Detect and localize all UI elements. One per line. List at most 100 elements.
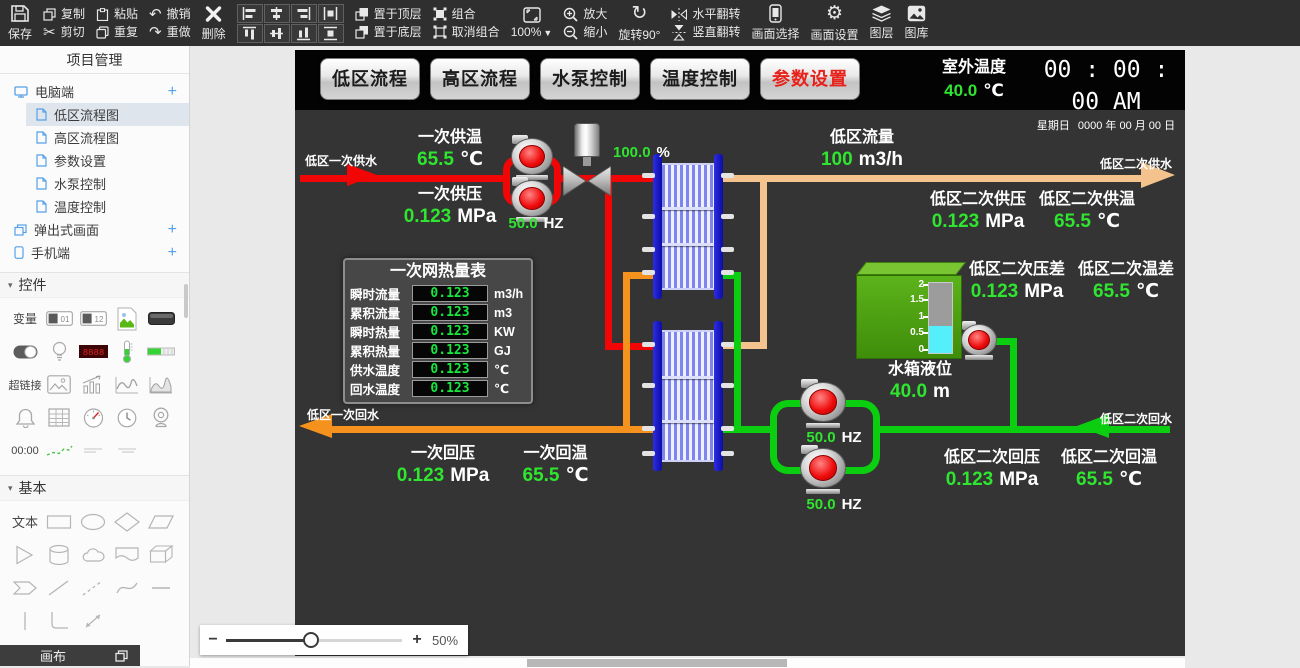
horizontal-scrollbar[interactable] bbox=[190, 658, 1185, 668]
shape-diamond[interactable] bbox=[110, 505, 144, 538]
canvas-tab[interactable]: 画布 bbox=[0, 645, 140, 666]
control-led-display[interactable]: 8888 bbox=[76, 335, 110, 368]
gallery-button[interactable]: 图库 bbox=[905, 5, 929, 41]
tree-item-low-zone-diagram[interactable]: 低区流程图 bbox=[26, 103, 189, 126]
tree-item-high-zone-diagram[interactable]: 高区流程图 bbox=[0, 126, 189, 149]
nav-low-zone-button[interactable]: 低区流程 bbox=[320, 58, 420, 100]
send-to-back-button[interactable]: 置于底层 bbox=[355, 25, 422, 40]
return-pump-2[interactable] bbox=[800, 448, 846, 494]
zoom-slider-track[interactable] bbox=[226, 639, 402, 642]
zoom-slider-handle[interactable] bbox=[303, 632, 319, 648]
shape-flag[interactable] bbox=[110, 538, 144, 571]
tree-item-pump-control[interactable]: 水泵控制 bbox=[0, 172, 189, 195]
delete-button[interactable]: 删除 bbox=[202, 5, 226, 42]
heat-exchanger-1[interactable] bbox=[653, 163, 723, 290]
shape-arrow-banner[interactable] bbox=[8, 571, 42, 604]
shape-vertical-line[interactable] bbox=[8, 604, 42, 637]
shape-parallelogram[interactable] bbox=[144, 505, 178, 538]
shape-curve[interactable] bbox=[110, 571, 144, 604]
layers-button[interactable]: 图层 bbox=[870, 5, 894, 41]
shape-line[interactable] bbox=[42, 571, 76, 604]
screen-select-button[interactable]: 画面选择 bbox=[752, 4, 800, 42]
shape-triangle[interactable] bbox=[8, 538, 42, 571]
control-variable[interactable]: 变量 bbox=[8, 302, 42, 335]
control-mini-widget-1[interactable] bbox=[76, 434, 110, 467]
copy-button[interactable]: 复制 bbox=[43, 7, 85, 22]
redo-button[interactable]: ↷ 重做 bbox=[149, 25, 191, 40]
shape-ellipse[interactable] bbox=[76, 505, 110, 538]
shape-horizontal-line[interactable] bbox=[144, 571, 178, 604]
rotate-90-button[interactable]: ↻ 旋转90° bbox=[618, 4, 660, 43]
add-popup-icon[interactable]: + bbox=[168, 222, 177, 238]
control-time-text[interactable]: 00:00 bbox=[8, 434, 42, 467]
return-pump-1[interactable] bbox=[800, 382, 846, 428]
group-button[interactable]: 组合 bbox=[433, 7, 500, 22]
align-top-button[interactable] bbox=[237, 24, 263, 43]
hmi-screen[interactable]: 低区流程 高区流程 水泵控制 温度控制 参数设置 室外温度 40.0℃ 00 :… bbox=[295, 50, 1185, 656]
control-line-chart[interactable] bbox=[110, 368, 144, 401]
shape-double-arrow[interactable] bbox=[76, 604, 110, 637]
align-left-button[interactable] bbox=[237, 4, 263, 23]
add-mobile-icon[interactable]: + bbox=[168, 245, 177, 261]
tree-item-popup-screens[interactable]: 弹出式画面 + bbox=[0, 218, 189, 241]
zoom-out-button[interactable]: 缩小 bbox=[563, 25, 607, 40]
control-alarm-bell[interactable] bbox=[8, 401, 42, 434]
heat-exchanger-2[interactable] bbox=[653, 330, 723, 462]
tree-item-mobile[interactable]: 手机端 + bbox=[0, 241, 189, 264]
tree-item-parameter-settings[interactable]: 参数设置 bbox=[0, 149, 189, 172]
control-bulb[interactable] bbox=[42, 335, 76, 368]
tree-item-pc[interactable]: 电脑端 + bbox=[0, 80, 189, 103]
add-page-icon[interactable]: + bbox=[168, 84, 177, 100]
control-mini-widget-2[interactable] bbox=[110, 434, 144, 467]
save-button[interactable]: 保存 bbox=[8, 4, 32, 42]
control-hyperlink[interactable]: 超链接 bbox=[8, 368, 42, 401]
zoom-in-button[interactable]: 放大 bbox=[563, 7, 607, 22]
control-switch-12[interactable]: 12 bbox=[76, 302, 110, 335]
shape-cylinder[interactable] bbox=[42, 538, 76, 571]
zoom-minus-button[interactable]: − bbox=[200, 631, 226, 649]
nav-high-zone-button[interactable]: 高区流程 bbox=[430, 58, 530, 100]
paste-button[interactable]: 粘贴 bbox=[96, 7, 138, 22]
shape-text[interactable]: 文本 bbox=[8, 505, 42, 538]
control-trend-sparkline[interactable] bbox=[42, 434, 76, 467]
shape-cube[interactable] bbox=[144, 538, 178, 571]
sidebar-scrollbar[interactable] bbox=[184, 284, 188, 318]
shape-corner-line[interactable] bbox=[42, 604, 76, 637]
control-progress-bar[interactable] bbox=[144, 335, 178, 368]
nav-temp-control-button[interactable]: 温度控制 bbox=[650, 58, 750, 100]
undo-button[interactable]: ↶ 撤销 bbox=[149, 7, 191, 22]
shape-cloud[interactable] bbox=[76, 538, 110, 571]
align-right-button[interactable] bbox=[291, 4, 317, 23]
cut-button[interactable]: ✂ 剪切 bbox=[43, 25, 85, 40]
control-picture[interactable] bbox=[42, 368, 76, 401]
water-tank[interactable]: 2 1.5 1 0.5 0 bbox=[840, 262, 962, 359]
screen-settings-button[interactable]: ⚙ 画面设置 bbox=[811, 4, 859, 43]
shape-rectangle[interactable] bbox=[42, 505, 76, 538]
control-image-page[interactable] bbox=[110, 302, 144, 335]
control-area-chart[interactable] bbox=[144, 368, 178, 401]
control-switch-01[interactable]: 01 bbox=[42, 302, 76, 335]
tank-pump[interactable] bbox=[961, 324, 997, 360]
control-camera[interactable] bbox=[144, 401, 178, 434]
distribute-horizontal-button[interactable] bbox=[318, 4, 344, 23]
control-clock[interactable] bbox=[110, 401, 144, 434]
control-button-widget[interactable] bbox=[144, 302, 178, 335]
control-bar-chart[interactable] bbox=[76, 368, 110, 401]
shape-dashed-line[interactable] bbox=[76, 571, 110, 604]
flip-vertical-button[interactable]: 竖直翻转 bbox=[671, 25, 740, 40]
control-toggle[interactable] bbox=[8, 335, 42, 368]
control-table[interactable] bbox=[42, 401, 76, 434]
nav-pump-control-button[interactable]: 水泵控制 bbox=[540, 58, 640, 100]
nav-param-settings-button[interactable]: 参数设置 bbox=[760, 58, 860, 100]
motorized-valve[interactable] bbox=[563, 123, 611, 195]
zoom-plus-button[interactable]: + bbox=[402, 631, 432, 649]
control-gauge[interactable] bbox=[76, 401, 110, 434]
zoom-level-dropdown[interactable]: 100%▼ bbox=[511, 7, 553, 39]
ungroup-button[interactable]: 取消组合 bbox=[433, 25, 500, 40]
align-bottom-button[interactable] bbox=[291, 24, 317, 43]
align-middle-button[interactable] bbox=[264, 24, 290, 43]
flip-horizontal-button[interactable]: 水平翻转 bbox=[671, 7, 740, 22]
duplicate-button[interactable]: 重复 bbox=[96, 25, 138, 40]
basic-section-header[interactable]: ▾ 基本 bbox=[0, 475, 189, 501]
control-thermometer[interactable] bbox=[110, 335, 144, 368]
